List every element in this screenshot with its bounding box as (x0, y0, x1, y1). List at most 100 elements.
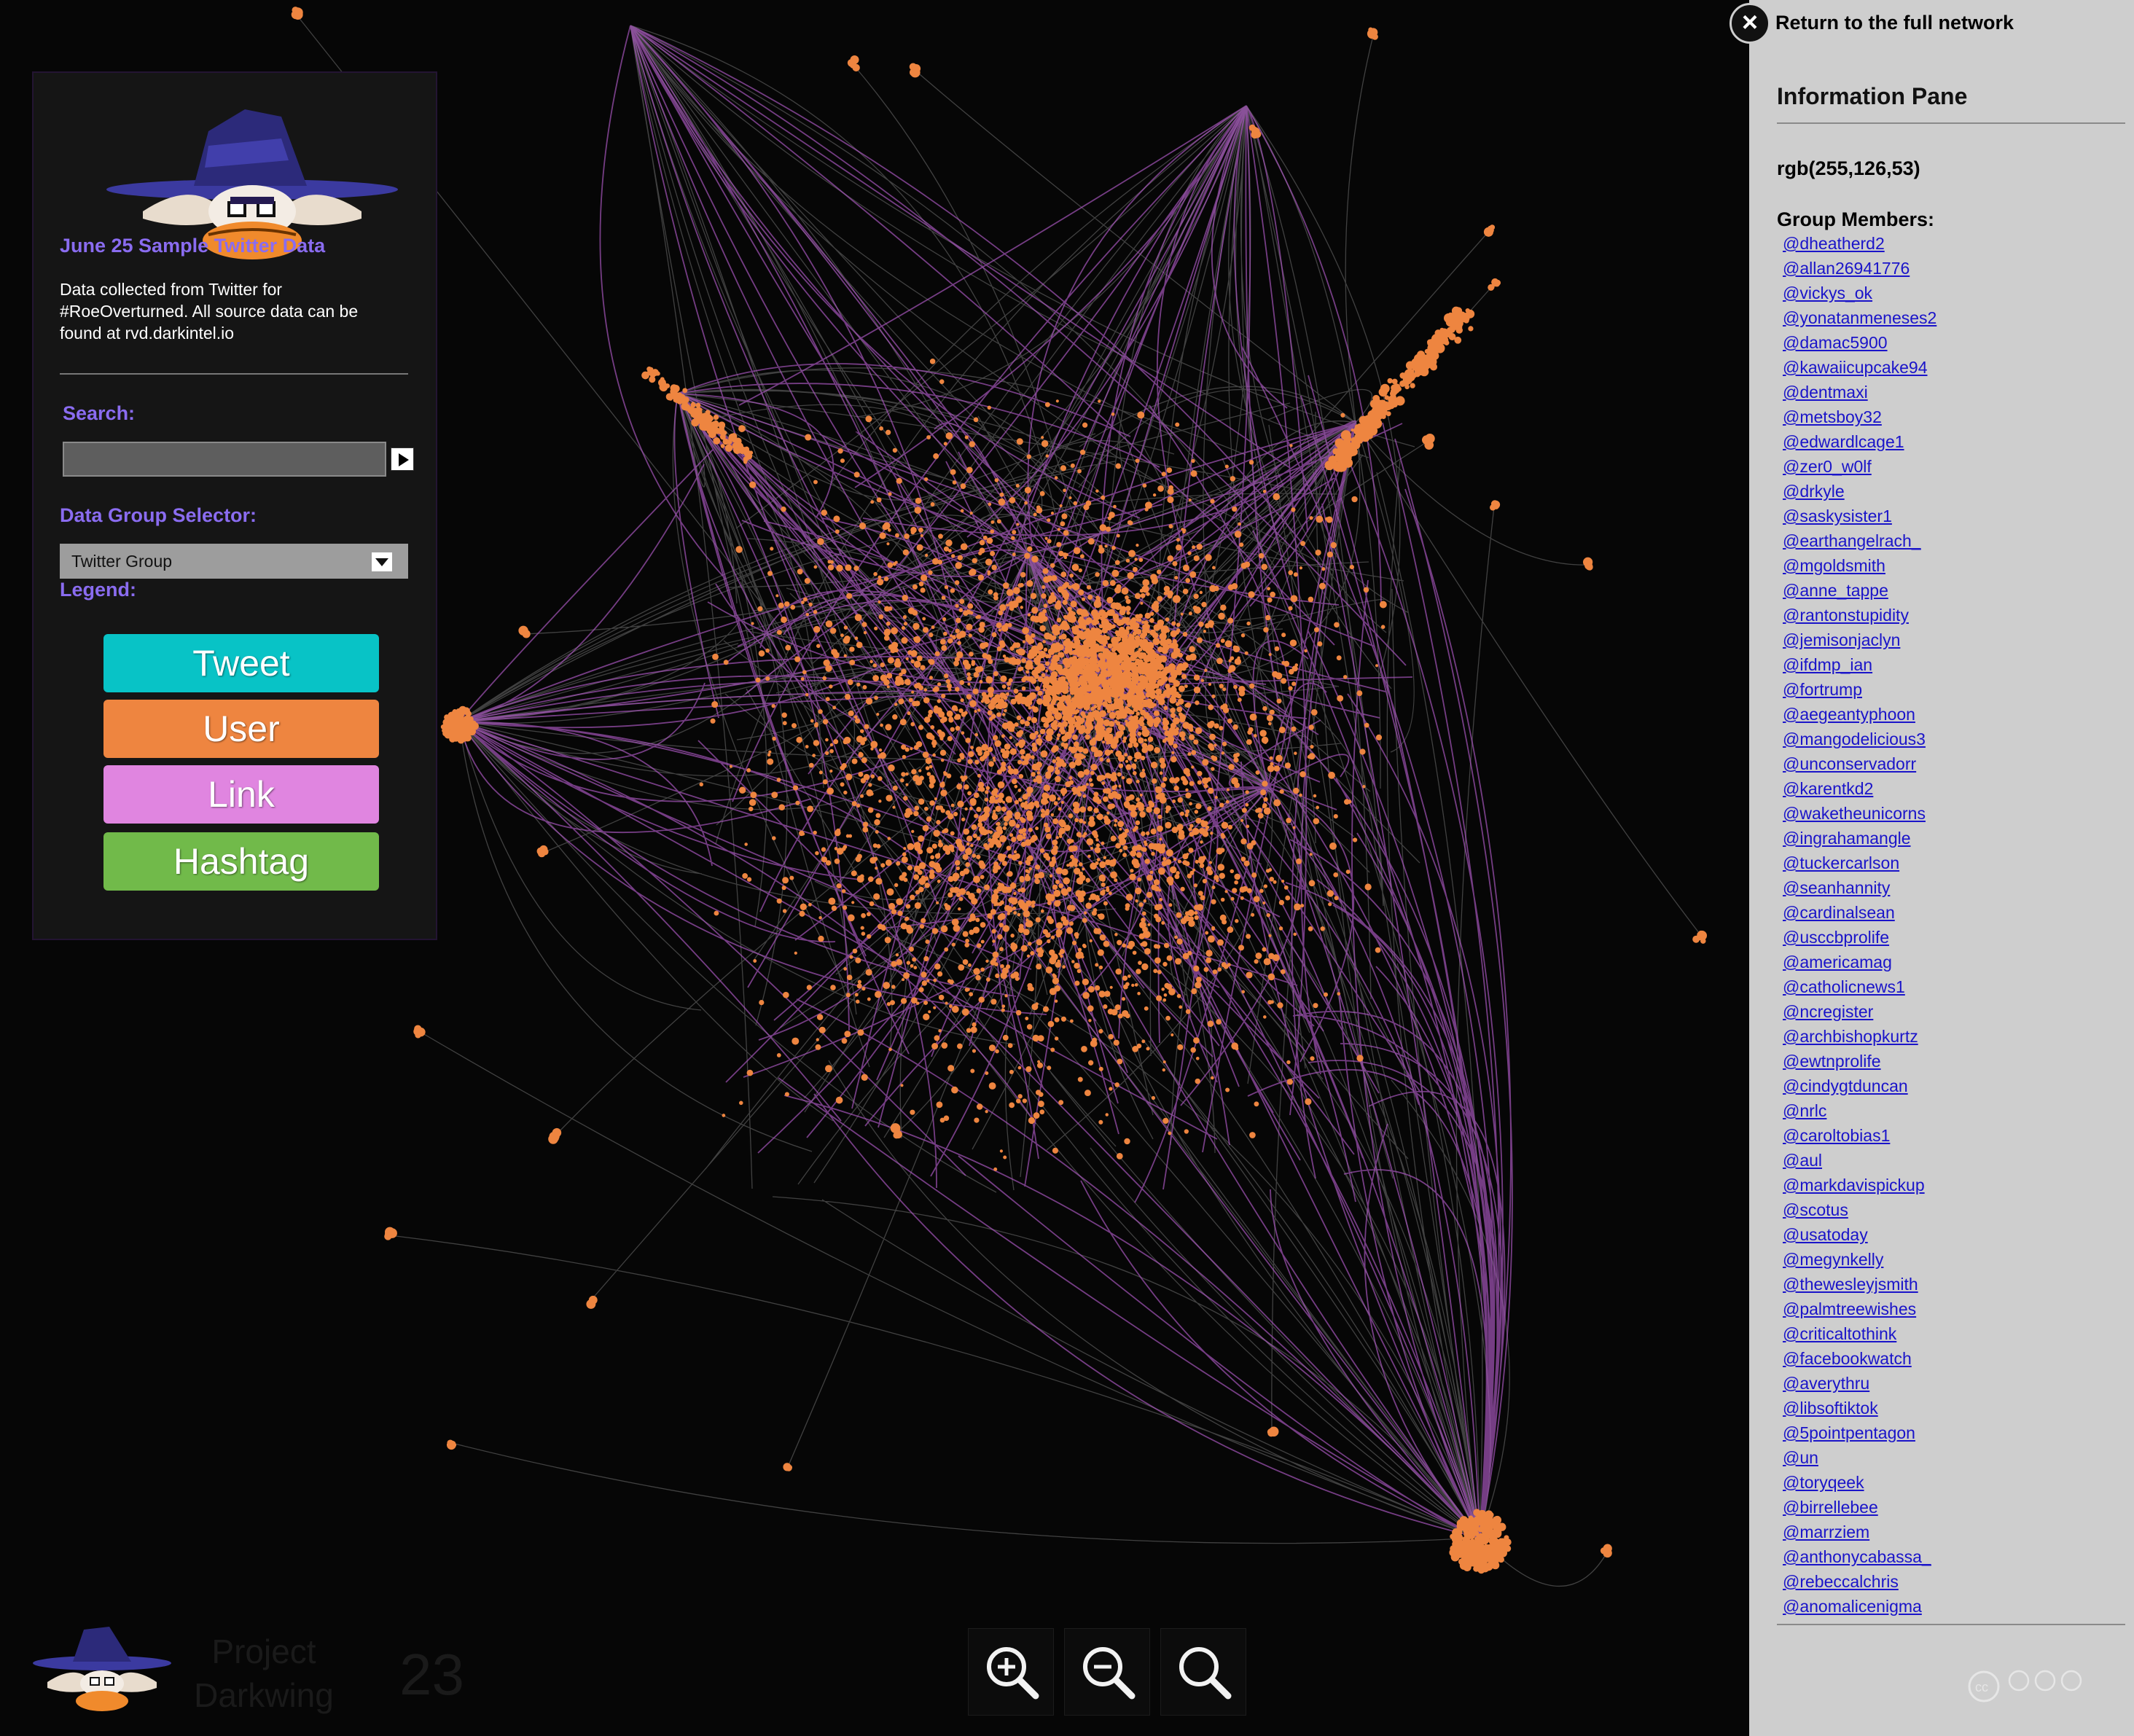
member-link[interactable]: @tuckercarlson (1783, 853, 1899, 872)
reset-zoom-button[interactable] (1160, 1628, 1246, 1716)
member-link[interactable]: @averythru (1783, 1374, 1869, 1393)
member-list-item: @criticaltothink (1783, 1323, 1936, 1348)
member-link[interactable]: @fortrump (1783, 680, 1862, 699)
member-link[interactable]: @scotus (1783, 1200, 1848, 1219)
member-link[interactable]: @seanhannity (1783, 878, 1890, 897)
member-link[interactable]: @edwardlcage1 (1783, 432, 1904, 451)
member-list-item: @anthonycabassa_ (1783, 1547, 1936, 1571)
member-link[interactable]: @ifdmp_ian (1783, 655, 1872, 674)
member-link[interactable]: @birrellebee (1783, 1498, 1878, 1517)
group-selector-dropdown[interactable]: Twitter Group (60, 544, 408, 579)
group-color-value: rgb(255,126,53) (1777, 157, 1920, 179)
member-link[interactable]: @ewtnprolife (1783, 1052, 1881, 1071)
member-link[interactable]: @facebookwatch (1783, 1349, 1912, 1368)
member-link[interactable]: @mgoldsmith (1783, 556, 1885, 575)
member-list-item: @thewesleyjsmith (1783, 1274, 1936, 1299)
close-icon[interactable]: × (1730, 3, 1770, 44)
member-link[interactable]: @karentkd2 (1783, 779, 1873, 798)
member-link[interactable]: @anne_tappe (1783, 581, 1888, 600)
legend-hashtag[interactable]: Hashtag (103, 832, 379, 891)
member-link[interactable]: @zer0_w0lf (1783, 457, 1872, 476)
member-link[interactable]: @dentmaxi (1783, 383, 1868, 402)
member-list-item: @5pointpentagon (1783, 1423, 1936, 1447)
member-link[interactable]: @kawaiicupcake94 (1783, 358, 1928, 377)
member-list-item: @seanhannity (1783, 877, 1936, 902)
zoom-out-button[interactable] (1064, 1628, 1150, 1716)
member-link[interactable]: @drkyle (1783, 482, 1845, 501)
member-list-item: @americamag (1783, 952, 1936, 977)
legend-user[interactable]: User (103, 700, 379, 758)
member-link[interactable]: @allan26941776 (1783, 259, 1910, 278)
member-link[interactable]: @catholicnews1 (1783, 977, 1905, 996)
network-canvas[interactable]: June 25 Sample Twitter Data Data collect… (0, 0, 1749, 1736)
member-link[interactable]: @rantonstupidity (1783, 606, 1909, 625)
member-link[interactable]: @markdavispickup (1783, 1176, 1925, 1195)
member-link[interactable]: @yonatanmeneses2 (1783, 308, 1936, 327)
member-link[interactable]: @anomalicenigma (1783, 1597, 1922, 1616)
member-link[interactable]: @ingrahamangle (1783, 829, 1911, 848)
member-list-item: @metsboy32 (1783, 407, 1936, 431)
member-link[interactable]: @waketheunicorns (1783, 804, 1926, 823)
member-link[interactable]: @criticaltothink (1783, 1324, 1896, 1343)
member-link[interactable]: @rebeccalchris (1783, 1572, 1899, 1591)
legend-link[interactable]: Link (103, 765, 379, 824)
member-link[interactable]: @aul (1783, 1151, 1822, 1170)
member-link[interactable]: @dheatherd2 (1783, 234, 1885, 253)
member-link[interactable]: @usatoday (1783, 1225, 1868, 1244)
member-list-item: @dentmaxi (1783, 382, 1936, 407)
member-list-item: @karentkd2 (1783, 778, 1936, 803)
member-list-item: @anne_tappe (1783, 580, 1936, 605)
group-members-label: Group Members: (1777, 208, 1935, 230)
group-selector-label: Data Group Selector: (60, 504, 257, 526)
return-to-full-network-link[interactable]: Return to the full network (1775, 12, 2014, 34)
member-list-item: @damac5900 (1783, 332, 1936, 357)
member-list-item: @jemisonjaclyn (1783, 630, 1936, 654)
member-link[interactable]: @mangodelicious3 (1783, 730, 1926, 748)
information-pane: Information Pane rgb(255,126,53) Group M… (1749, 0, 2134, 1736)
legend-tweet[interactable]: Tweet (103, 634, 379, 692)
member-link[interactable]: @jemisonjaclyn (1783, 630, 1900, 649)
member-link[interactable]: @damac5900 (1783, 333, 1888, 352)
link-edges (458, 25, 1513, 1538)
member-link[interactable]: @caroltobias1 (1783, 1126, 1890, 1145)
member-link[interactable]: @palmtreewishes (1783, 1299, 1916, 1318)
member-list-item: @dheatherd2 (1783, 233, 1936, 258)
search-submit-button[interactable] (391, 447, 414, 471)
member-link[interactable]: @un (1783, 1448, 1818, 1467)
member-list-item: @facebookwatch (1783, 1348, 1936, 1373)
member-link[interactable]: @earthangelrach_ (1783, 531, 1921, 550)
member-link[interactable]: @nrlc (1783, 1101, 1826, 1120)
member-link[interactable]: @libsoftiktok (1783, 1399, 1878, 1418)
member-list-item: @saskysister1 (1783, 506, 1936, 531)
member-link[interactable]: @anthonycabassa_ (1783, 1547, 1931, 1566)
zoom-in-button[interactable] (968, 1628, 1054, 1716)
member-list-item: @toryqeek (1783, 1472, 1936, 1497)
chevron-down-icon[interactable] (372, 552, 392, 571)
creative-commons-icon: cc (1968, 1670, 2082, 1702)
member-link[interactable]: @vickys_ok (1783, 284, 1872, 302)
member-list-item: @palmtreewishes (1783, 1299, 1936, 1323)
member-link[interactable]: @cindygtduncan (1783, 1076, 1908, 1095)
member-link[interactable]: @5pointpentagon (1783, 1423, 1915, 1442)
member-list-item: @archbishopkurtz (1783, 1026, 1936, 1051)
member-list-item: @zer0_w0lf (1783, 456, 1936, 481)
member-link[interactable]: @thewesleyjsmith (1783, 1275, 1918, 1294)
member-link[interactable]: @archbishopkurtz (1783, 1027, 1918, 1046)
member-list-item: @aegeantyphoon (1783, 704, 1936, 729)
search-input[interactable] (63, 442, 386, 477)
member-list-item: @vickys_ok (1783, 283, 1936, 308)
member-list-item: @mgoldsmith (1783, 555, 1936, 580)
member-link[interactable]: @marrziem (1783, 1522, 1869, 1541)
member-link[interactable]: @saskysister1 (1783, 507, 1892, 525)
member-link[interactable]: @metsboy32 (1783, 407, 1882, 426)
member-link[interactable]: @ncregister (1783, 1002, 1873, 1021)
member-link[interactable]: @usccbprolife (1783, 928, 1889, 947)
member-link[interactable]: @unconservadorr (1783, 754, 1916, 773)
search-label: Search: (63, 402, 136, 424)
member-link[interactable]: @aegeantyphoon (1783, 705, 1915, 724)
member-link[interactable]: @megynkelly (1783, 1250, 1883, 1269)
member-link[interactable]: @toryqeek (1783, 1473, 1864, 1492)
member-link[interactable]: @americamag (1783, 953, 1892, 971)
member-list-item: @fortrump (1783, 679, 1936, 704)
member-link[interactable]: @cardinalsean (1783, 903, 1895, 922)
